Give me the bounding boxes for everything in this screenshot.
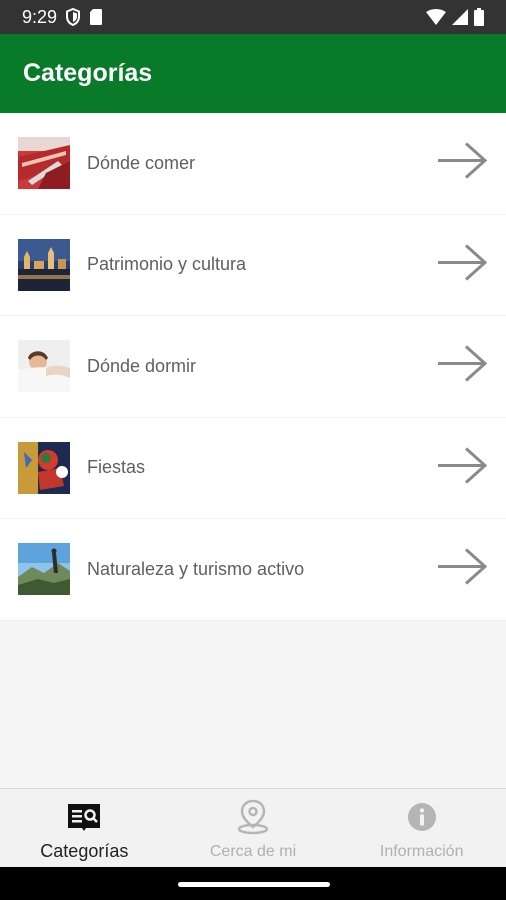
nav-label: Categorías (40, 841, 129, 861)
shield-icon (65, 8, 81, 26)
categories-icon (66, 799, 102, 835)
sim-card-icon (89, 8, 103, 26)
category-item-fiestas[interactable]: Fiestas (0, 417, 506, 519)
status-time: 9:29 (22, 6, 58, 27)
signal-icon (452, 9, 468, 25)
category-list: Dónde comer Patrimonio y cultura Dónde d… (0, 113, 506, 621)
app-bar: Categorías (0, 34, 506, 113)
festival-photo (18, 441, 70, 494)
gesture-bar-area (0, 867, 506, 900)
arrow-right-icon (436, 344, 488, 389)
nav-tab-cerca-de-mi[interactable]: Cerca de mi (169, 789, 338, 867)
sleeping-photo (18, 340, 70, 393)
status-bar: 9:29 (0, 0, 506, 34)
arrow-right-icon (436, 141, 488, 186)
nav-label: Información (379, 843, 464, 860)
battery-icon (474, 8, 484, 26)
page-title: Categorías (23, 59, 153, 87)
wifi-icon (426, 9, 446, 25)
home-gesture-handle[interactable] (178, 882, 330, 887)
city-night-photo (18, 238, 70, 291)
status-right (426, 8, 484, 26)
ham-photo (18, 137, 70, 190)
info-icon (406, 799, 438, 835)
arrow-right-icon (436, 242, 488, 287)
category-item-donde-comer[interactable]: Dónde comer (0, 113, 506, 215)
status-left: 9:29 (22, 7, 103, 28)
nav-tab-informacion[interactable]: Información (337, 789, 506, 867)
nature-photo (18, 543, 70, 596)
arrow-right-icon (436, 547, 488, 592)
nav-label: Cerca de mi (209, 843, 297, 860)
category-item-naturaleza[interactable]: Naturaleza y turismo activo (0, 519, 506, 621)
arrow-right-icon (436, 445, 488, 490)
nav-tab-categorias[interactable]: Categorías (0, 789, 169, 867)
category-item-patrimonio[interactable]: Patrimonio y cultura (0, 214, 506, 316)
category-item-donde-dormir[interactable]: Dónde dormir (0, 316, 506, 418)
location-pin-icon (236, 799, 270, 835)
bottom-navigation: Categorías Cerca de mi Información (0, 788, 506, 867)
